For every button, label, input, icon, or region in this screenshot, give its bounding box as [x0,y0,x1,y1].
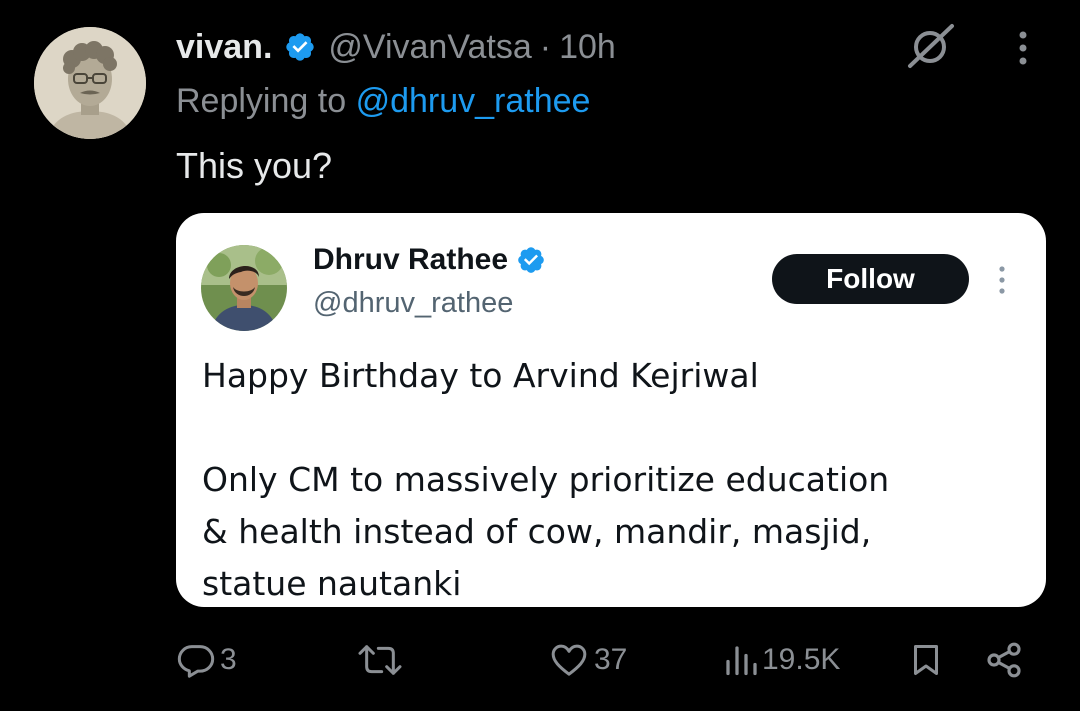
quoted-text-line-1: Happy Birthday to Arvind Kejriwal [202,356,759,395]
quoted-text-paragraph-2: Only CM to massively prioritize educatio… [202,460,890,603]
like-count: 37 [594,643,628,676]
bookmark-button[interactable] [908,640,944,680]
quoted-author-handle[interactable]: @dhruv_rathee [313,287,513,320]
separator-dot: · [539,27,552,66]
views-button[interactable]: 19.5K [722,640,840,680]
quoted-author-name-row: Dhruv Rathee [313,243,546,277]
tweet-timestamp[interactable]: 10h [559,28,616,67]
views-count: 19.5K [762,643,841,676]
verified-badge-icon[interactable] [284,31,316,63]
replying-to: Replying to @dhruv_rathee [176,82,590,121]
share-icon [987,642,1021,678]
quoted-tweet-text: Happy Birthday to Arvind Kejriwal Only C… [202,350,1022,607]
author-display-name[interactable]: vivan. [176,28,272,67]
more-vertical-icon[interactable] [1008,26,1038,70]
retweet-icon [358,645,402,675]
author-avatar[interactable] [34,27,146,139]
follow-button[interactable]: Follow [772,254,969,304]
retweet-button[interactable] [355,640,405,680]
quoted-author-avatar-image [201,245,287,331]
like-button[interactable]: 37 [548,640,627,680]
tweet[interactable]: vivan. @VivanVatsa · 10h Replying to @dh… [0,0,1080,711]
bookmark-icon [914,645,938,675]
quoted-author-display-name[interactable]: Dhruv Rathee [313,243,508,277]
reply-icon [177,645,215,678]
reply-button[interactable]: 3 [176,640,237,680]
reply-count: 3 [220,643,237,676]
grok-icon[interactable] [902,20,958,72]
tweet-text: This you? [176,145,333,186]
share-button[interactable] [984,640,1024,680]
tweet-header: vivan. @VivanVatsa · 10h [176,24,616,70]
quoted-tweet-image[interactable]: Dhruv Rathee @dhruv_rathee Follow Happy … [176,213,1046,607]
replying-mention-link[interactable]: @dhruv_rathee [356,82,591,120]
quoted-author-avatar[interactable] [201,245,287,331]
quoted-verified-badge-icon [518,247,544,273]
tweet-action-bar: 3 37 19.5K [0,630,1080,690]
author-handle[interactable]: @VivanVatsa [328,28,531,67]
replying-prefix: Replying to [176,82,347,120]
heart-icon [551,644,587,676]
author-avatar-image [34,27,146,139]
views-icon [726,646,757,676]
quoted-more-icon [999,266,1005,294]
